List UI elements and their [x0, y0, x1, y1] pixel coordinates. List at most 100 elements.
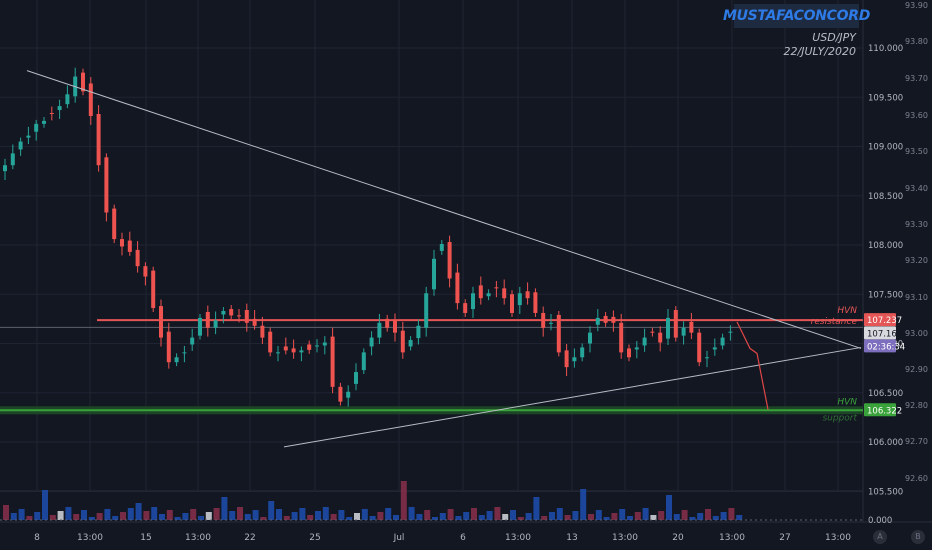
candle-down	[112, 208, 117, 240]
volume-bar	[166, 510, 173, 520]
candle-down	[447, 242, 452, 279]
candle-up	[666, 317, 670, 339]
time-axis-label: Jul	[393, 533, 405, 543]
candle-down	[525, 291, 530, 299]
candle-up	[299, 350, 304, 353]
volume-bar	[471, 508, 477, 520]
candle-down	[96, 113, 101, 166]
volume-bar	[393, 515, 399, 520]
volume-bar	[541, 516, 548, 520]
price-axis-label: 106.000	[868, 438, 903, 448]
chart-background	[0, 0, 932, 550]
candle-down	[385, 318, 390, 328]
volume-bar	[673, 514, 680, 520]
price-chart[interactable]: 110.000 109.500 109.000 108.500 108.000 107.5…	[0, 0, 932, 550]
candle-down	[533, 292, 538, 313]
volume-bar	[642, 508, 649, 520]
candle-up	[354, 372, 358, 384]
volume-bar	[463, 512, 470, 520]
time-axis-label: 6	[460, 533, 466, 543]
candle-down	[611, 316, 616, 323]
candle-up	[3, 165, 7, 172]
volume-bar	[619, 509, 626, 520]
candle-down	[252, 318, 257, 326]
volume-bar	[307, 515, 314, 520]
time-axis-label: 13:00	[612, 533, 638, 543]
time-axis-label: 8	[34, 533, 40, 543]
secondary-axis-label: 93.20	[905, 256, 928, 265]
candle-down	[619, 322, 624, 353]
candle-down	[166, 331, 171, 363]
secondary-axis-label: 92.60	[905, 474, 928, 483]
candle-down	[510, 294, 514, 313]
candle-up	[572, 357, 577, 362]
secondary-axis-label: 93.90	[905, 1, 928, 10]
candle-down	[244, 310, 249, 323]
candle-down	[658, 332, 663, 343]
volume-bar	[268, 501, 275, 520]
volume-bar	[322, 507, 329, 520]
volume-bar	[549, 512, 555, 520]
volume-bar	[572, 511, 579, 520]
volume-bar	[611, 513, 618, 520]
author-name: MUSTAFACONCORD	[722, 8, 871, 24]
volume-bar	[276, 509, 282, 520]
candle-up	[416, 325, 421, 339]
secondary-axis-label: 93.30	[905, 220, 928, 229]
volume-bar	[229, 511, 236, 520]
secondary-axis-label: 93.70	[905, 74, 928, 83]
candle-up	[369, 337, 374, 347]
candle-down	[338, 386, 343, 402]
volume-bar	[377, 512, 384, 520]
candle-down	[229, 309, 234, 316]
price-axis-label: 107.500	[868, 290, 903, 300]
secondary-axis-label: 92.70	[905, 437, 928, 446]
volume-bar	[408, 507, 415, 520]
volume-bar	[57, 511, 64, 520]
candle-down	[307, 344, 312, 350]
volume-bar	[213, 508, 220, 520]
time-axis-label: 27	[779, 533, 790, 543]
volume-bar	[10, 513, 17, 520]
volume-bar	[237, 507, 243, 520]
candle-up	[34, 123, 39, 132]
secondary-axis-label: 93.50	[905, 147, 928, 156]
volume-bar	[112, 516, 119, 520]
candle-up	[408, 340, 413, 347]
volume-bar	[127, 508, 134, 520]
candle-down	[268, 331, 273, 353]
candle-up	[65, 94, 70, 105]
log-scale-button[interactable]: B	[911, 530, 925, 544]
volume-bar	[595, 510, 602, 520]
candle-down	[159, 306, 163, 338]
support-tag: HVN	[837, 397, 857, 407]
volume-bar	[385, 508, 392, 520]
candle-up	[439, 244, 444, 251]
candle-up	[221, 310, 226, 315]
candle-down	[291, 348, 296, 353]
candle-down	[494, 287, 499, 289]
author-watermark: MUSTAFACONCORD	[723, 4, 870, 28]
candle-down	[650, 331, 655, 333]
candle-up	[517, 293, 522, 306]
candle-down	[135, 249, 140, 267]
volume-bar	[416, 514, 423, 520]
price-axis-label: 109.000	[868, 143, 903, 153]
candle-down	[49, 113, 54, 115]
candle-down	[689, 321, 694, 333]
candle-up	[322, 342, 327, 346]
candle-down	[205, 311, 210, 328]
candle-up	[174, 357, 179, 363]
volume-bar	[104, 509, 111, 520]
volume-bar	[135, 503, 142, 520]
auto-scale-button[interactable]: A	[873, 530, 887, 544]
candle-down	[556, 314, 561, 353]
candle-up	[346, 391, 351, 398]
volume-bar	[447, 509, 454, 520]
volume-bar	[486, 511, 493, 520]
volume-bar	[494, 507, 501, 520]
volume-bar	[658, 511, 665, 520]
candle-down	[463, 303, 468, 313]
volume-bar	[705, 509, 711, 520]
time-axis-label: 22	[244, 533, 255, 543]
